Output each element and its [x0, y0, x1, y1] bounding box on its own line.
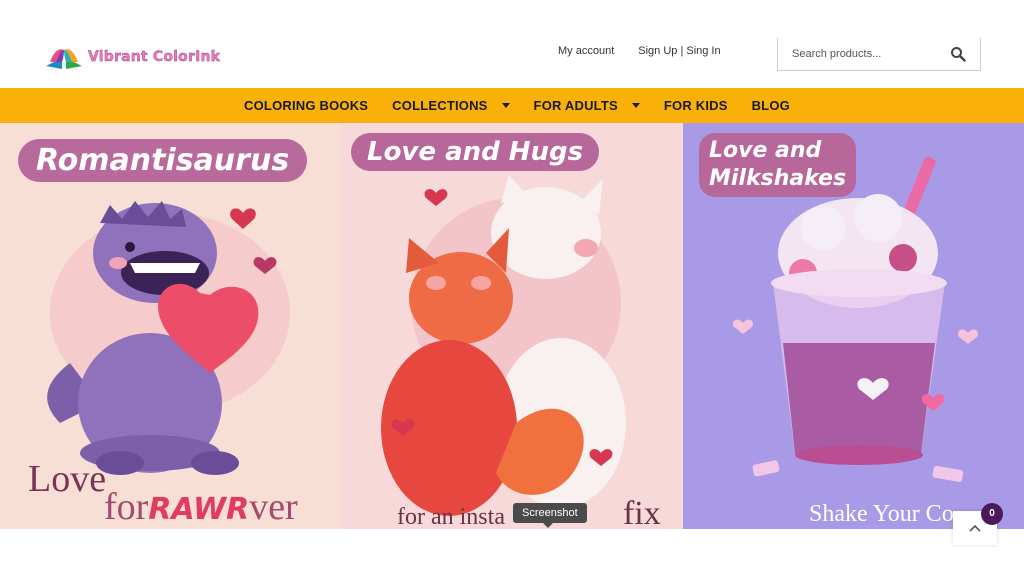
chevron-down-icon — [631, 103, 640, 108]
subtitle-bold: RAWR — [148, 492, 250, 527]
search-input[interactable] — [792, 46, 942, 62]
nav-coloring-books[interactable]: COLORING BOOKS — [244, 98, 368, 113]
banner-panel-love-and-milkshakes[interactable]: Love and Milkshakes Shake Your Co — [683, 123, 1024, 529]
nav-for-kids[interactable]: FOR KIDS — [664, 98, 728, 113]
brand-name: Vibrant ColorInk — [88, 49, 221, 65]
my-account-link[interactable]: My account — [558, 45, 614, 57]
nav-label: COLORING BOOKS — [244, 98, 369, 113]
main-navigation: COLORING BOOKS COLLECTIONS FOR ADULTS FO… — [0, 88, 1024, 123]
nav-blog[interactable]: BLOG — [752, 98, 790, 113]
nav-collections[interactable]: COLLECTIONS — [392, 98, 510, 113]
brand-logo[interactable]: Vibrant ColorInk — [44, 44, 220, 70]
chevron-up-icon — [969, 524, 981, 532]
banner-panel-romantisaurus[interactable]: Romantisaurus Love forRAWRver — [0, 123, 341, 529]
banner-panel-love-and-hugs[interactable]: Love and Hugs for an insta fix — [341, 123, 683, 529]
nav-label: FOR KIDS — [663, 98, 728, 113]
nav-label: BLOG — [751, 98, 790, 113]
subtitle-fix: fix — [622, 495, 661, 529]
nav-label: COLLECTIONS — [392, 98, 488, 113]
hero-banner: Romantisaurus Love forRAWRver Love and H… — [0, 123, 1024, 529]
site-header: Vibrant ColorInk My account Sign Up | Si… — [0, 0, 1024, 88]
screenshot-tooltip: Screenshot — [513, 503, 587, 528]
cats-hugging-illustration — [381, 175, 626, 516]
subtitle-suffix: ver — [249, 486, 298, 528]
page-footer-area — [0, 529, 1024, 576]
signup-signin-link[interactable]: Sign Up | Sing In — [638, 45, 720, 57]
panel-subtitle: Shake Your Co — [809, 501, 954, 527]
milkshake-illustration — [732, 156, 979, 482]
subtitle-prefix: for — [104, 486, 149, 528]
subtitle-text: for an insta — [397, 504, 505, 529]
nav-label: FOR ADULTS — [533, 98, 618, 113]
top-links: My account Sign Up | Sing In — [558, 45, 721, 57]
chevron-down-icon — [501, 103, 510, 108]
cart-count-badge[interactable]: 0 — [981, 503, 1003, 525]
product-search — [777, 38, 981, 71]
search-icon[interactable] — [950, 46, 966, 62]
nav-for-adults[interactable]: FOR ADULTS — [534, 98, 640, 113]
panel-subtitle-line1: Love — [28, 458, 107, 500]
book-logo-icon — [46, 49, 82, 69]
panel-subtitle-line2: forRAWRver — [104, 485, 298, 529]
